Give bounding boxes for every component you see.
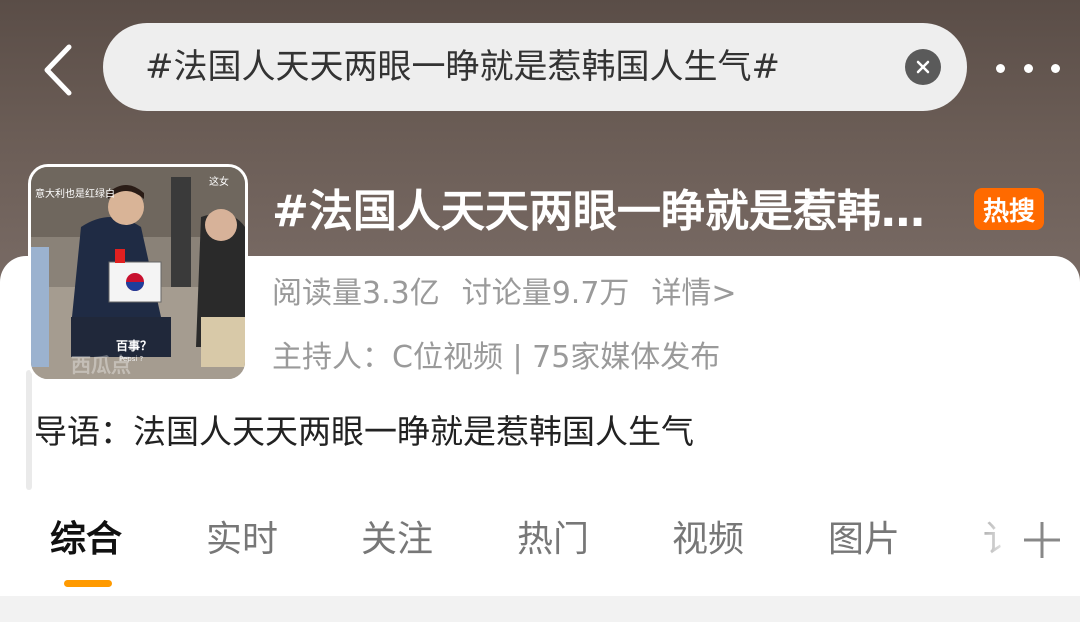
details-link[interactable]: 详情>	[651, 276, 736, 311]
more-dots-icon	[996, 63, 1005, 73]
thumbnail-caption-top: 意大利也是红绿白	[35, 187, 115, 200]
topic-title: #法国人天天两眼一睁就是惹韩国人生气#	[272, 186, 952, 237]
topic-stats: 阅读量3.3亿 讨论量9.7万 详情>	[272, 272, 759, 316]
tab-realtime[interactable]: 实时	[206, 516, 278, 564]
search-input[interactable]: #法国人天天两眼一睁就是惹韩国人生气#	[145, 23, 780, 111]
more-dot	[1023, 63, 1033, 73]
hot-search-badge: 热搜	[974, 188, 1044, 230]
thumbnail-caption-right: 这女	[209, 175, 229, 188]
tab-following[interactable]: 关注	[361, 516, 433, 564]
discussion-count: 讨论量9.7万	[461, 276, 630, 311]
tab-images[interactable]: 图片	[828, 516, 900, 564]
tab-video[interactable]: 视频	[672, 516, 744, 564]
back-button[interactable]	[30, 38, 86, 102]
search-bar[interactable]: #法国人天天两眼一睁就是惹韩国人生气#	[103, 23, 967, 111]
topic-intro: 导语：法国人天天两眼一睁就是惹韩国人生气	[34, 412, 694, 451]
content-divider	[0, 596, 1080, 622]
thumbnail-watermark: 西瓜点	[71, 353, 131, 377]
clear-icon	[916, 60, 930, 74]
more-button[interactable]	[996, 50, 1060, 86]
scroll-indicator	[26, 370, 32, 490]
add-tab-button[interactable]	[1020, 518, 1064, 562]
more-dot	[1051, 63, 1060, 73]
topic-host[interactable]: 主持人：C位视频 | 75家媒体发布	[272, 336, 720, 380]
tab-bar: 综合 实时 关注 热门 视频 图片 讠	[0, 506, 1080, 576]
read-count: 阅读量3.3亿	[272, 276, 440, 311]
clear-button[interactable]	[905, 49, 941, 85]
topic-thumbnail[interactable]: 这女 意大利也是红绿白 百事？ Pepsi ? 西瓜点	[28, 164, 248, 382]
tab-overview[interactable]: 综合	[50, 516, 122, 564]
tab-popular[interactable]: 热门	[517, 516, 589, 564]
plus-icon	[1024, 522, 1060, 558]
active-tab-indicator	[64, 580, 112, 587]
chevron-left-icon	[44, 44, 72, 96]
thumbnail-label: 百事？	[116, 338, 152, 353]
